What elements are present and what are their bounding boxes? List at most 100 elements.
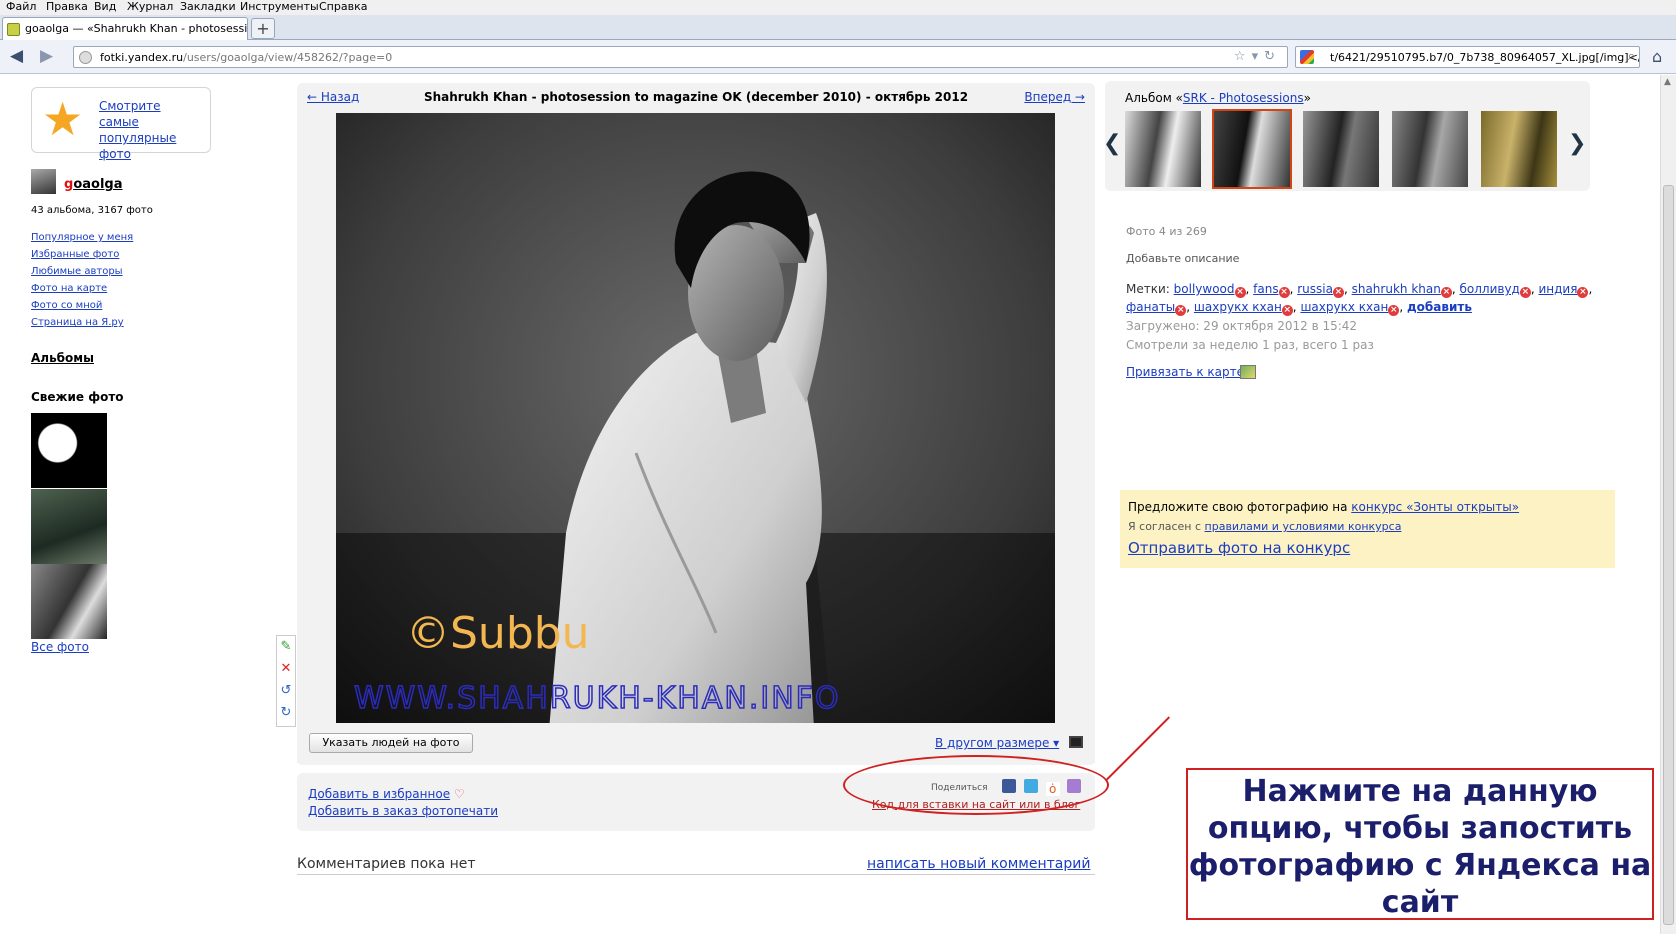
fresh-photo-thumbnail[interactable] (31, 489, 107, 564)
menu-bookmarks[interactable]: Закладки (180, 0, 236, 13)
search-icon[interactable]: ⌕ (1628, 49, 1635, 64)
rotate-right-icon[interactable]: ↻ (277, 702, 295, 724)
tag-link[interactable]: индия (1538, 282, 1577, 296)
tag-link[interactable]: шахрукх кхан (1194, 300, 1282, 314)
add-tag-link[interactable]: добавить (1407, 300, 1472, 314)
link-photos-on-map[interactable]: Фото на карте (31, 280, 133, 297)
contest-agree: Я согласен с правилами и условиями конку… (1128, 520, 1401, 533)
fullscreen-icon[interactable] (1069, 736, 1083, 748)
albums-link[interactable]: Альбомы (31, 351, 94, 365)
contest-text: Предложите свою фотографию на (1128, 500, 1352, 514)
fresh-photo-thumbnail[interactable] (31, 413, 107, 488)
album-link[interactable]: SRK - Photosessions (1183, 91, 1304, 105)
search-engine-icon[interactable] (1300, 50, 1314, 64)
link-photos-with-me[interactable]: Фото со мной (31, 297, 133, 314)
album-thumbnail-selected[interactable] (1212, 109, 1292, 189)
contest-link[interactable]: конкурс «Зонты открыты» (1351, 500, 1519, 514)
link-yaru-page[interactable]: Страница на Я.ру (31, 314, 133, 331)
annotation-highlight-oval (843, 755, 1109, 815)
other-size-dropdown[interactable]: В другом размере ▾ (935, 736, 1059, 750)
main-photo[interactable]: ©Subbu WWW.SHAHRUKH-KHAN.INFO (336, 113, 1055, 765)
fresh-photo-thumbnail[interactable] (31, 564, 107, 639)
avatar[interactable] (31, 169, 56, 194)
url-domain: fotki.yandex.ru (100, 51, 184, 64)
link-popular[interactable]: Популярное у меня (31, 229, 133, 246)
edit-pencil-icon[interactable]: ✎ (277, 636, 295, 658)
divider (297, 874, 1095, 875)
remove-tag-icon[interactable]: × (1519, 287, 1531, 298)
new-tab-button[interactable]: + (251, 18, 275, 39)
annotation-callout: Нажмите на данную опцию, чтобы запостить… (1186, 768, 1654, 920)
user-stats: 43 альбома, 3167 фото (31, 205, 153, 216)
add-print-order-link[interactable]: Добавить в заказ фотопечати (308, 804, 498, 818)
edit-toolbar: ✎ ✕ ↺ ↻ (276, 635, 296, 727)
home-icon[interactable]: ⌂ (1652, 47, 1662, 66)
tag-link[interactable]: фанаты (1126, 300, 1175, 314)
scrollbar[interactable]: ▲ (1660, 75, 1676, 934)
browser-tab[interactable]: goaolga — «Shahrukh Khan - photosession … (2, 17, 248, 40)
tag-link[interactable]: shahrukh khan (1352, 282, 1441, 296)
all-photos-link[interactable]: Все фото (31, 640, 89, 654)
menu-file[interactable]: Файл (6, 0, 36, 13)
user-links: Популярное у меня Избранные фото Любимые… (31, 229, 133, 331)
address-bar[interactable]: fotki.yandex.ru/users/goaolga/view/45826… (73, 46, 1288, 68)
rules-link[interactable]: правилами и условиями конкурса (1205, 520, 1402, 533)
forward-arrow-icon[interactable]: ▶ (40, 46, 53, 66)
album-thumbnail[interactable] (1481, 111, 1557, 187)
remove-tag-icon[interactable]: × (1281, 305, 1293, 316)
no-comments-text: Комментариев пока нет (297, 856, 476, 872)
album-thumbnail[interactable] (1392, 111, 1468, 187)
remove-tag-icon[interactable]: × (1332, 287, 1344, 298)
menu-help[interactable]: Справка (319, 0, 367, 13)
next-photo-link[interactable]: Вперед → (1024, 90, 1085, 104)
contest-offer: Предложите свою фотографию на конкурс «З… (1128, 500, 1519, 514)
tab-title: goaolga — «Shahrukh Khan - photosession … (25, 22, 248, 35)
username-link[interactable]: goaolga (64, 177, 122, 192)
star-icon: ★ (42, 92, 84, 146)
album-thumbnail[interactable] (1303, 111, 1379, 187)
agree-text: Я согласен с (1128, 520, 1205, 533)
heart-icon: ♡ (453, 787, 465, 801)
menu-view[interactable]: Вид (94, 0, 116, 13)
chevron-right-icon[interactable]: ❯ (1568, 131, 1586, 156)
remove-tag-icon[interactable]: × (1278, 287, 1290, 298)
album-label: Альбом «SRK - Photosessions» (1125, 91, 1311, 105)
scrollbar-thumb[interactable] (1663, 185, 1674, 925)
chevron-left-icon[interactable]: ❮ (1103, 131, 1121, 156)
menu-history[interactable]: Журнал (127, 0, 173, 13)
menu-edit[interactable]: Правка (46, 0, 88, 13)
write-comment-link[interactable]: написать новый комментарий (867, 856, 1090, 872)
tag-link[interactable]: fans (1253, 282, 1278, 296)
popular-photos-link[interactable]: Смотрите самые популярные фото (99, 98, 204, 162)
site-identity-icon[interactable] (79, 51, 92, 64)
remove-tag-icon[interactable]: × (1440, 287, 1452, 298)
remove-tag-icon[interactable]: × (1388, 305, 1400, 316)
album-thumbnail[interactable] (1125, 111, 1201, 187)
menu-tools[interactable]: Инструменты (240, 0, 319, 13)
send-to-contest-link[interactable]: Отправить фото на конкурс (1128, 539, 1350, 557)
photo-title: Shahrukh Khan - photosession to magazine… (423, 90, 969, 104)
add-description-link[interactable]: Добавьте описание (1126, 252, 1239, 265)
popular-photos-box[interactable]: ★ Смотрите самые популярные фото (31, 87, 211, 161)
add-favorite-link[interactable]: Добавить в избранное (308, 787, 450, 801)
remove-tag-icon[interactable]: × (1234, 287, 1246, 298)
search-bar[interactable]: t/6421/29510795.b7/0_7b738_80964057_XL.j… (1295, 46, 1640, 68)
remove-tag-icon[interactable]: × (1577, 287, 1589, 298)
delete-icon[interactable]: ✕ (277, 658, 295, 680)
map-icon[interactable] (1240, 365, 1256, 379)
attach-map-link[interactable]: Привязать к карте (1126, 365, 1244, 379)
remove-tag-icon[interactable]: × (1175, 305, 1187, 316)
tag-link[interactable]: bollywood (1174, 282, 1235, 296)
tag-link[interactable]: russia (1297, 282, 1333, 296)
back-arrow-icon[interactable]: ◀ (10, 46, 23, 66)
link-fav-authors[interactable]: Любимые авторы (31, 263, 133, 280)
tag-link[interactable]: шахрукх кхан (1300, 300, 1388, 314)
photo-frame: ©Subbu WWW.SHAHRUKH-KHAN.INFO (297, 113, 1095, 765)
scroll-up-icon[interactable]: ▲ (1664, 77, 1671, 87)
bookmark-star-icon[interactable]: ☆▾↻ (1234, 49, 1281, 64)
tag-link[interactable]: болливуд (1459, 282, 1519, 296)
link-favorites[interactable]: Избранные фото (31, 246, 133, 263)
add-favorite-row[interactable]: Добавить в избранное ♡ (308, 787, 465, 801)
mark-people-button[interactable]: Указать людей на фото (309, 733, 473, 753)
rotate-left-icon[interactable]: ↺ (277, 680, 295, 702)
